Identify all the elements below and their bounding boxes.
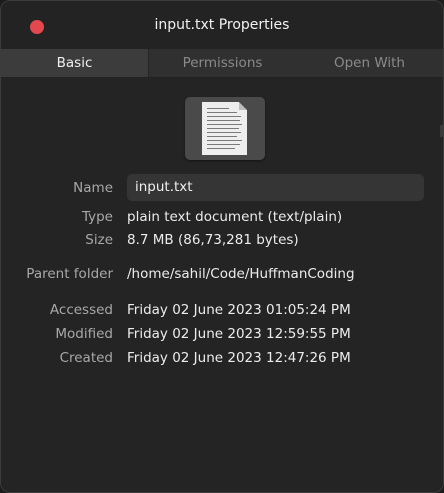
tab-permissions[interactable]: Permissions — [149, 49, 296, 77]
size-label: Size — [85, 232, 113, 248]
tab-bar: Basic Permissions Open With — [1, 49, 443, 78]
tab-basic[interactable]: Basic — [1, 49, 149, 77]
titlebar[interactable]: input.txt Properties — [1, 1, 443, 49]
size-value: 8.7 MB (86,73,281 bytes) — [127, 232, 299, 248]
name-field[interactable]: input.txt — [127, 174, 424, 201]
window-title: input.txt Properties — [154, 17, 290, 33]
modified-value: Friday 02 June 2023 12:59:55 PM — [127, 326, 351, 342]
type-value: plain text document (text/plain) — [127, 209, 343, 225]
parent-folder-label: Parent folder — [26, 266, 113, 282]
accessed-value: Friday 02 June 2023 01:05:24 PM — [127, 302, 351, 318]
accessed-label: Accessed — [49, 302, 113, 318]
text-document-icon — [185, 97, 265, 160]
type-label: Type — [81, 209, 113, 225]
created-value: Friday 02 June 2023 12:47:26 PM — [127, 350, 351, 366]
properties-window: input.txt Properties Basic Permissions O… — [0, 0, 444, 493]
modified-label: Modified — [55, 326, 113, 342]
tab-open-with[interactable]: Open With — [296, 49, 443, 77]
basic-panel: Name input.txt Type plain text document … — [1, 78, 443, 492]
resize-handle[interactable] — [440, 125, 443, 137]
document-page — [202, 102, 247, 155]
parent-folder-value[interactable]: /home/sahil/Code/HuffmanCoding — [127, 266, 355, 282]
created-label: Created — [59, 350, 113, 366]
name-label: Name — [73, 180, 113, 196]
